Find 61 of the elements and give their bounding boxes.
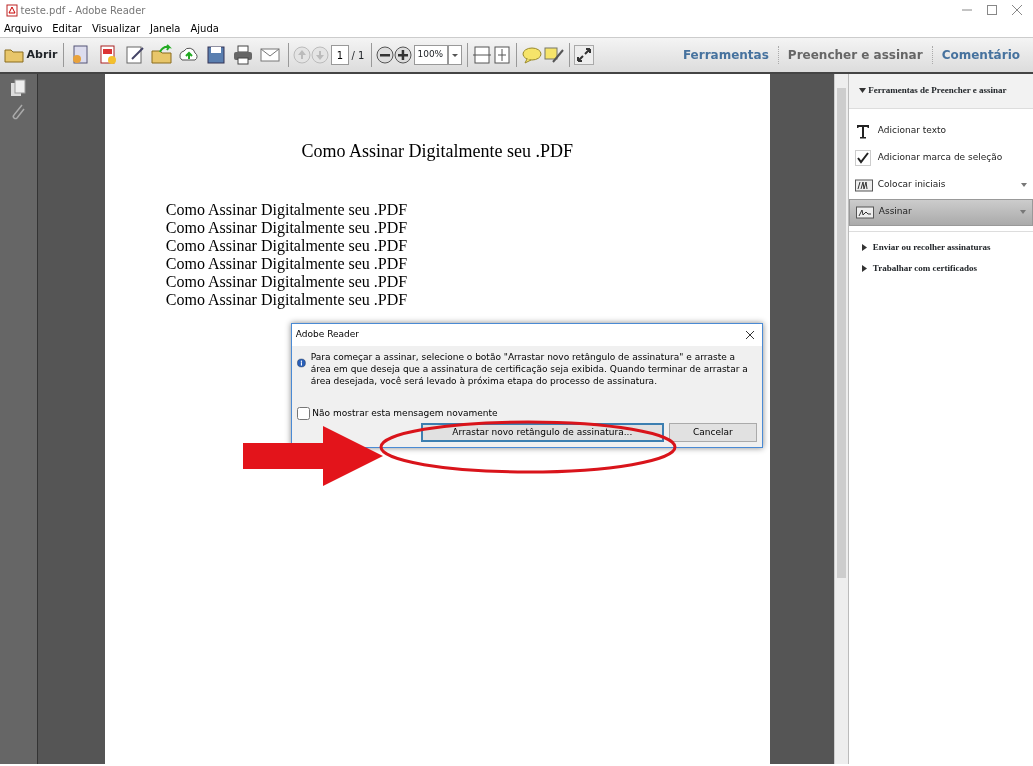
menu-item[interactable]: Editar (52, 21, 82, 36)
tool-item[interactable]: Colocar iniciais (848, 171, 1033, 199)
tool-item[interactable]: Adicionar texto (848, 117, 1033, 145)
panel-tab[interactable]: Preencher e assinar (777, 46, 932, 64)
initials-icon (854, 176, 873, 194)
menu-item[interactable]: Arquivo (4, 21, 43, 36)
panel-section-header[interactable]: Ferramentas de Preencher e assinar (848, 74, 1033, 109)
checkmark-icon (854, 149, 873, 167)
dialog-message: Para começar a assinar, selecione o botão "Arrastar novo retângulo de assinatura" e arraste a área em que deseja que a assinatura de certificação seja exibida. Quando terminar de arrastar a área desejada, você será levado à próxima etapa do processo de assinatura. (310, 351, 749, 387)
panel-tab[interactable]: Ferramentas (673, 46, 778, 64)
close-icon[interactable] (745, 330, 756, 340)
folder-arrow-icon[interactable] (151, 44, 173, 66)
expand-triangle-icon (860, 265, 868, 273)
dropdown-caret-icon[interactable] (448, 45, 463, 65)
checkbox-label: Não mostrar esta mensagem novamente (312, 407, 498, 420)
checkbox[interactable] (296, 407, 310, 421)
menu-item[interactable]: Janela (150, 21, 181, 36)
dropdown-caret-icon[interactable] (1020, 210, 1026, 214)
document-line: Como Assinar Digitalmente seu .PDF (165, 273, 409, 291)
panel-tab[interactable]: Comentário (931, 46, 1029, 64)
zoom-in-icon[interactable] (393, 46, 412, 64)
section-title: Ferramentas de Preencher e assinar (868, 84, 1007, 97)
signature-icon (855, 203, 874, 221)
zoom-field[interactable]: 100% (414, 45, 449, 65)
save-icon[interactable] (205, 44, 227, 66)
paperclip-icon[interactable] (10, 102, 27, 120)
panel-section-header[interactable]: Enviar ou recolher assinaturas (848, 236, 1033, 258)
fit-page-icon[interactable] (492, 45, 513, 65)
menu-item[interactable]: Visualizar (91, 21, 140, 36)
highlight-text-icon[interactable] (543, 45, 566, 65)
maximize-icon[interactable] (987, 5, 997, 15)
document-heading: Como Assinar Digitalmente seu .PDF (300, 140, 575, 163)
pdf-create-icon[interactable] (97, 44, 119, 66)
document-line: Como Assinar Digitalmente seu .PDF (165, 255, 409, 273)
full-screen-icon[interactable] (574, 45, 595, 65)
dropdown-caret-icon[interactable] (1021, 183, 1027, 187)
tool-item[interactable]: Assinar (848, 198, 1033, 226)
open-button[interactable]: Abrir (4, 46, 58, 64)
document-line: Como Assinar Digitalmente seu .PDF (165, 291, 409, 309)
fit-width-icon[interactable] (472, 45, 493, 65)
document-line: Como Assinar Digitalmente seu .PDF (165, 237, 409, 255)
window-title: teste.pdf - Adobe Reader (20, 3, 146, 18)
zoom-out-icon[interactable] (375, 46, 394, 64)
page-count: / 1 (351, 48, 365, 63)
tool-item[interactable]: Adicionar marca de seleção (848, 144, 1033, 172)
expand-triangle-icon (860, 243, 868, 251)
folder-icon (4, 47, 24, 63)
dialog-title: Adobe Reader (295, 328, 359, 342)
expand-triangle-icon (858, 87, 866, 95)
cancel-button[interactable]: Cancelar (668, 423, 757, 442)
document-line: Como Assinar Digitalmente seu .PDF (165, 201, 409, 219)
scrollbar[interactable] (833, 74, 848, 764)
document-line: Como Assinar Digitalmente seu .PDF (165, 219, 409, 237)
section-title: Enviar ou recolher assinaturas (872, 240, 991, 254)
print-icon[interactable] (232, 44, 254, 66)
panel-section-header[interactable]: Trabalhar com certificados (848, 258, 1033, 280)
section-title: Trabalhar com certificados (872, 262, 977, 275)
edit-document-icon[interactable] (124, 44, 146, 66)
page-number-field[interactable]: 1 (331, 45, 349, 65)
pages-icon[interactable] (10, 79, 27, 97)
menu-item[interactable]: Ajuda (190, 21, 219, 36)
